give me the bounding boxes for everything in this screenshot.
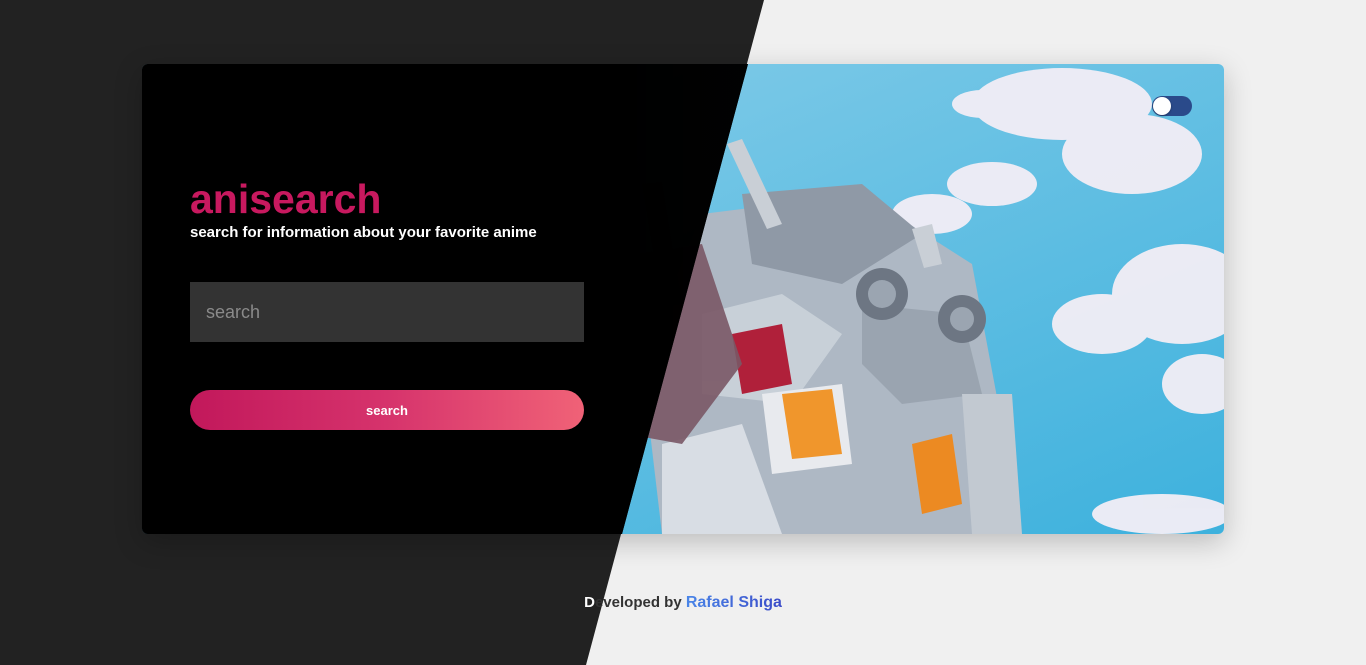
footer-credit: Developed by <box>584 594 686 611</box>
search-form: anisearch search for information about y… <box>190 176 584 430</box>
toggle-switch-icon <box>1153 97 1171 115</box>
app-title: anisearch <box>190 176 382 222</box>
search-input[interactable] <box>190 282 584 342</box>
author-link[interactable]: Rafael Shiga <box>686 594 782 611</box>
footer: Developed by Rafael Shiga <box>0 592 1366 614</box>
main-card: anisearch search for information about y… <box>142 64 1224 534</box>
app-subtitle: search for information about your favori… <box>190 224 537 241</box>
theme-toggle[interactable] <box>1152 96 1192 116</box>
search-button[interactable]: search <box>190 390 584 430</box>
